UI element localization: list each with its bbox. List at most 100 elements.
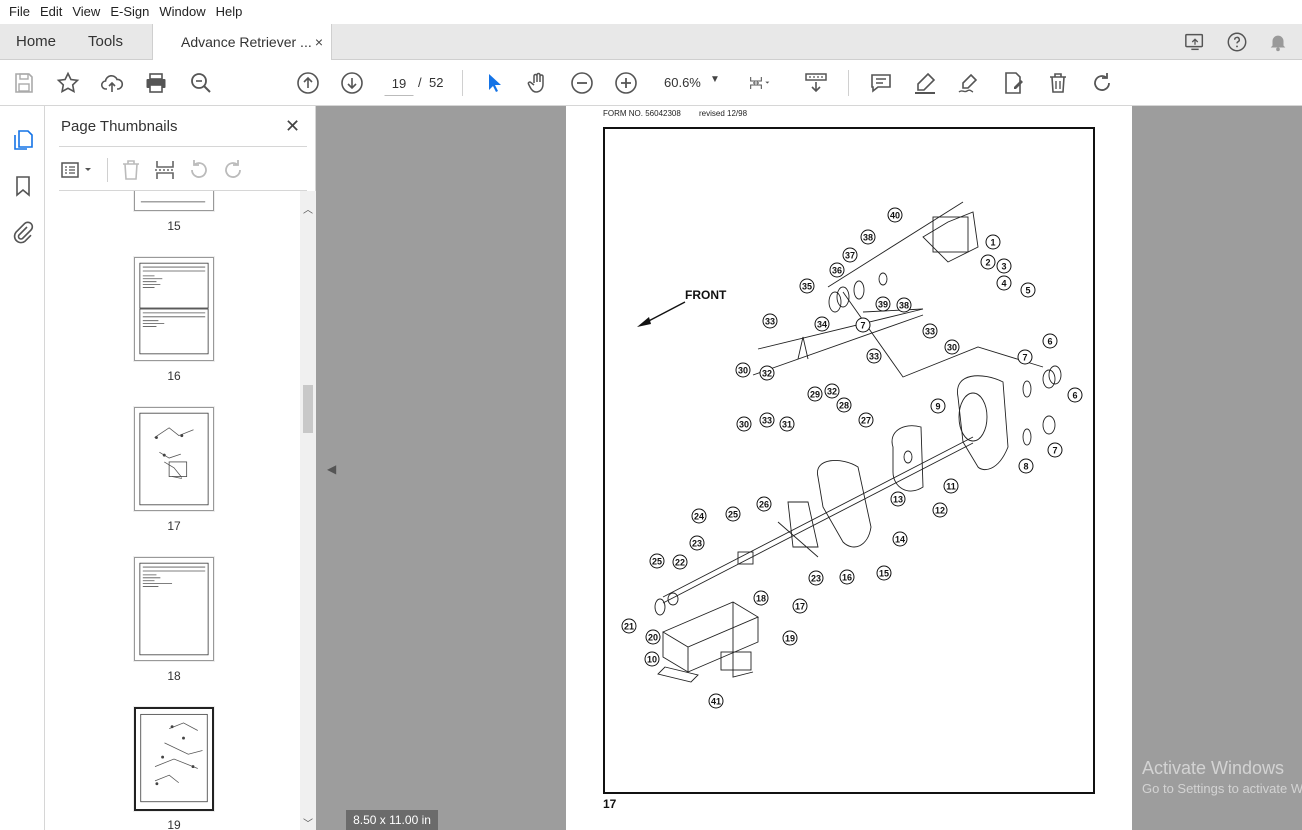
callout-label: 26: [759, 500, 769, 510]
thumbnail-page-18[interactable]: [134, 557, 214, 661]
page-thumbnails-icon[interactable]: [11, 128, 35, 152]
thumbnail-options-icon[interactable]: [59, 158, 97, 182]
tab-tools[interactable]: Tools: [88, 24, 123, 60]
attachments-paperclip-icon[interactable]: [11, 220, 35, 244]
fill-sign-icon[interactable]: [1001, 71, 1025, 95]
callout-label: 6: [1047, 337, 1052, 347]
toolbar-divider: [107, 158, 108, 182]
navigation-rail: [0, 106, 45, 830]
collapse-panel-icon[interactable]: ◀: [327, 462, 336, 476]
callout-label: 36: [832, 266, 842, 276]
scroll-mode-icon[interactable]: [804, 71, 828, 95]
callout-label: 38: [863, 233, 873, 243]
print-icon[interactable]: [144, 71, 168, 95]
callout-label: 2: [985, 258, 990, 268]
callout-label: 39: [878, 300, 888, 310]
zoom-out-icon[interactable]: [570, 71, 594, 95]
menu-view[interactable]: View: [67, 0, 105, 24]
draw-sign-icon[interactable]: [957, 71, 981, 95]
callout-label: 33: [762, 416, 772, 426]
callout-label: 21: [624, 622, 634, 632]
delete-page-icon[interactable]: [119, 158, 143, 182]
zoom-in-icon[interactable]: [614, 71, 638, 95]
part-callouts: 12 3456789101112131415161718192021222324 2…: [621, 207, 1083, 709]
callout-label: 30: [947, 343, 957, 353]
page-thumbnails-panel: Page Thumbnails ✕ 15 16 17 18 19 ︿ ﹀: [45, 106, 316, 830]
hand-tool-icon[interactable]: [526, 71, 550, 95]
thumbnail-list: 15 16 17 18 19: [45, 191, 300, 830]
scroll-up-icon[interactable]: ︿: [303, 201, 313, 216]
page-size-badge: 8.50 x 11.00 in: [346, 810, 438, 830]
form-number: FORM NO. 56042308: [603, 109, 681, 118]
callout-label: 11: [946, 482, 956, 492]
thumbnail-page-15[interactable]: [134, 191, 214, 211]
zoom-search-icon[interactable]: [189, 71, 213, 95]
close-tab-icon[interactable]: ×: [315, 24, 323, 60]
split-page-icon[interactable]: [153, 158, 177, 182]
thumbnail-scrollbar[interactable]: ︿ ﹀: [300, 191, 316, 830]
callout-label: 22: [675, 558, 685, 568]
callout-label: 7: [1052, 446, 1057, 456]
page-footer-number: 17: [603, 797, 617, 811]
callout-label: 32: [827, 387, 837, 397]
tab-document[interactable]: Advance Retriever ... ×: [152, 24, 332, 61]
bookmarks-icon[interactable]: [11, 174, 35, 198]
comment-icon[interactable]: [869, 71, 893, 95]
notification-bell-icon[interactable]: [1267, 31, 1289, 53]
callout-label: 24: [694, 512, 704, 522]
page-separator: /: [418, 75, 422, 90]
tab-home[interactable]: Home: [16, 24, 56, 60]
save-icon[interactable]: [12, 71, 36, 95]
callout-label: 7: [860, 321, 865, 331]
menu-help[interactable]: Help: [211, 0, 248, 24]
panel-title: Page Thumbnails: [61, 118, 178, 135]
callout-label: 5: [1025, 286, 1030, 296]
callout-label: 28: [839, 401, 849, 411]
share-screen-icon[interactable]: [1184, 31, 1206, 53]
close-panel-icon[interactable]: ✕: [285, 116, 300, 137]
thumbnail-page-16[interactable]: [134, 257, 214, 361]
menu-bar: File Edit View E-Sign Window Help: [0, 0, 1302, 24]
select-cursor-icon[interactable]: [482, 71, 506, 95]
callout-label: 23: [811, 574, 821, 584]
thumbnail-page-19[interactable]: [134, 707, 214, 811]
callout-label: 33: [765, 317, 775, 327]
thumbnail-label: 17: [167, 519, 181, 533]
bookmark-star-icon[interactable]: [56, 71, 80, 95]
callout-label: 30: [738, 366, 748, 376]
callout-label: 41: [711, 697, 721, 707]
zoom-level-select[interactable]: 60.6%: [664, 75, 701, 90]
thumbnail-page-17[interactable]: [134, 407, 214, 511]
previous-page-icon[interactable]: [296, 71, 320, 95]
page-number-input[interactable]: 19: [384, 70, 414, 96]
rotate-clockwise-icon[interactable]: [221, 158, 245, 182]
divider: [59, 146, 307, 147]
callout-label: 25: [728, 510, 738, 520]
rotate-counterclockwise-icon[interactable]: [187, 158, 211, 182]
callout-label: 7: [1022, 353, 1027, 363]
callout-label: 30: [739, 420, 749, 430]
callout-label: 17: [795, 602, 805, 612]
menu-edit[interactable]: Edit: [35, 0, 67, 24]
menu-file[interactable]: File: [4, 0, 35, 24]
scrollbar-thumb[interactable]: [303, 385, 313, 433]
upload-cloud-icon[interactable]: [100, 71, 124, 95]
thumbnail-label: 15: [167, 219, 181, 233]
highlight-pen-icon[interactable]: [913, 71, 937, 95]
next-page-icon[interactable]: [340, 71, 364, 95]
delete-trash-icon[interactable]: [1046, 71, 1070, 95]
menu-window[interactable]: Window: [154, 0, 210, 24]
chevron-down-icon[interactable]: ▼: [710, 74, 720, 85]
page-fit-icon[interactable]: [748, 71, 784, 95]
callout-label: 18: [756, 594, 766, 604]
scroll-down-icon[interactable]: ﹀: [303, 815, 313, 830]
toolbar: 19 / 52 60.6% ▼: [0, 60, 1302, 106]
callout-label: 29: [810, 390, 820, 400]
help-icon[interactable]: [1226, 31, 1248, 53]
tab-document-title: Advance Retriever ...: [181, 34, 312, 50]
callout-label: 12: [935, 506, 945, 516]
rotate-clockwise-icon[interactable]: [1090, 71, 1114, 95]
callout-label: 40: [890, 211, 900, 221]
callout-label: 32: [762, 369, 772, 379]
menu-esign[interactable]: E-Sign: [105, 0, 154, 24]
